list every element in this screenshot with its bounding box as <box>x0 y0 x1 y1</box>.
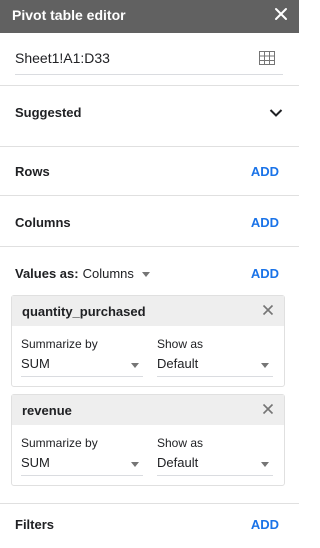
show-as-value: Default <box>157 455 199 470</box>
close-icon[interactable] <box>262 403 274 415</box>
value-card-header: revenue <box>12 395 284 425</box>
rows-add-button[interactable]: ADD <box>251 164 279 179</box>
values-mode-value: Columns <box>82 266 134 281</box>
value-card: quantity_purchased Summarize by SUM Show… <box>11 295 285 387</box>
divider <box>0 246 299 247</box>
summarize-by-value: SUM <box>21 455 50 470</box>
divider <box>0 503 299 504</box>
show-as-label: Show as <box>157 436 204 450</box>
data-range-field[interactable]: Sheet1!A1:D33 <box>15 45 283 75</box>
caret-down-icon <box>141 272 150 278</box>
values-header: Values as: Columns <box>15 266 150 281</box>
summarize-by-select[interactable]: SUM <box>21 353 143 377</box>
filters-label: Filters <box>15 517 55 532</box>
show-as-value: Default <box>157 356 199 371</box>
summarize-by-select[interactable]: SUM <box>21 452 143 476</box>
values-add-button[interactable]: ADD <box>251 266 279 281</box>
editor-title: Pivot table editor <box>12 7 126 23</box>
columns-add-button[interactable]: ADD <box>251 215 279 230</box>
caret-down-icon <box>131 363 139 368</box>
caret-down-icon <box>261 462 269 467</box>
values-label: Values as: <box>15 266 79 281</box>
summarize-by-label: Summarize by <box>21 436 98 450</box>
columns-label: Columns <box>15 215 71 230</box>
suggested-label[interactable]: Suggested <box>15 105 81 120</box>
value-card-title: revenue <box>22 403 72 418</box>
grid-select-icon[interactable] <box>259 51 275 65</box>
close-icon[interactable] <box>273 6 289 22</box>
show-as-select[interactable]: Default <box>157 353 273 377</box>
divider <box>0 195 299 196</box>
editor-header: Pivot table editor <box>0 0 299 33</box>
summarize-by-label: Summarize by <box>21 337 98 351</box>
chevron-down-icon[interactable] <box>269 108 283 118</box>
caret-down-icon <box>261 363 269 368</box>
show-as-select[interactable]: Default <box>157 452 273 476</box>
value-card-title: quantity_purchased <box>22 304 146 319</box>
summarize-by-value: SUM <box>21 356 50 371</box>
value-card: revenue Summarize by SUM Show as Default <box>11 394 285 486</box>
values-mode-select[interactable]: Columns <box>83 266 150 281</box>
data-range-value: Sheet1!A1:D33 <box>15 50 110 66</box>
rows-label: Rows <box>15 164 50 179</box>
show-as-label: Show as <box>157 337 204 351</box>
caret-down-icon <box>131 462 139 467</box>
value-card-header: quantity_purchased <box>12 296 284 326</box>
divider <box>0 146 299 147</box>
close-icon[interactable] <box>262 304 274 316</box>
filters-add-button[interactable]: ADD <box>251 517 279 532</box>
divider <box>0 85 299 86</box>
